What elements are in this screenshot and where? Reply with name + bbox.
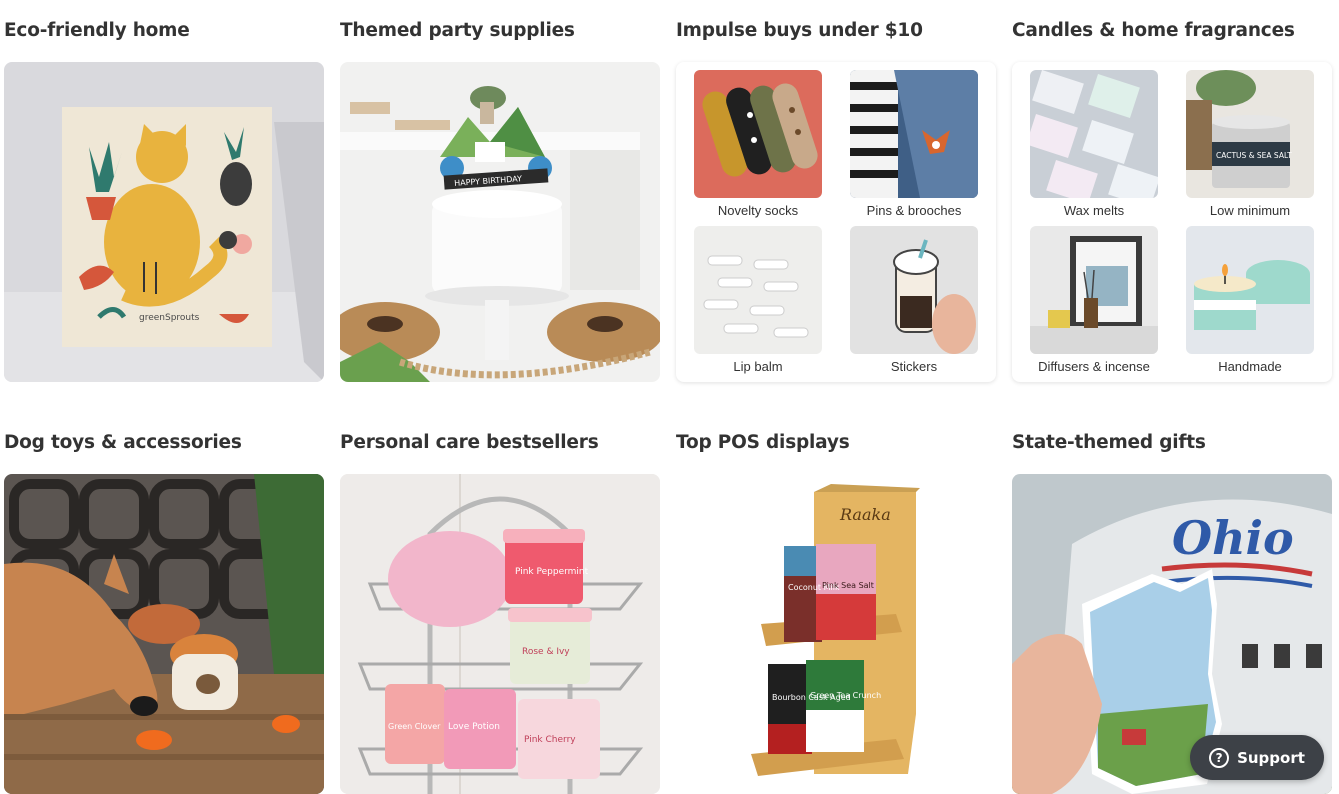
support-label: Support [1237, 748, 1305, 767]
jar-pink-cherry-text: Pink Cherry [524, 735, 576, 745]
section-title: Personal care bestsellers [340, 432, 599, 453]
diffusers-incense-label: Diffusers & incense [1038, 359, 1150, 374]
low-minimum-label: Low minimum [1209, 203, 1291, 218]
category-diffusers-incense[interactable]: Diffusers & incense [1030, 226, 1158, 374]
section-title: Eco-friendly home [4, 20, 190, 41]
section-title: Impulse buys under $10 [676, 20, 923, 41]
pins-brooches-image [850, 70, 978, 198]
section-title: Candles & home fragrances [1012, 20, 1295, 41]
section-title: Themed party supplies [340, 20, 575, 41]
lip-balm-label: Lip balm [733, 359, 783, 374]
lip-balm-image [694, 226, 822, 354]
dog-toys-image[interactable] [4, 474, 324, 794]
stickers-image [850, 226, 978, 354]
question-icon: ? [1209, 747, 1230, 768]
ohio-sign-text: Ohio [1172, 511, 1294, 565]
handmade-label: Handmade [1218, 359, 1282, 374]
low-minimum-image: CACTUS & SEA SALT [1186, 70, 1314, 198]
pos-displays-image[interactable]: Raaka Coconut Milk Pink Sea Salt Bourbon… [676, 474, 996, 794]
bar-greentea-text: Green Tea Crunch [810, 691, 881, 700]
wax-melts-image [1030, 70, 1158, 198]
jar-peppermint-text: Pink Peppermint [515, 567, 589, 577]
category-pins-brooches[interactable]: Pins & brooches [850, 70, 978, 218]
category-wax-melts[interactable]: Wax melts [1030, 70, 1158, 218]
category-novelty-socks[interactable]: Novelty socks [694, 70, 822, 218]
pins-brooches-label: Pins & brooches [866, 203, 962, 218]
eco-friendly-home-image[interactable]: greenSprouts [4, 62, 324, 382]
jar-love-potion-text: Love Potion [448, 722, 500, 732]
novelty-socks-label: Novelty socks [717, 203, 799, 218]
themed-party-supplies-image[interactable]: HAPPY BIRTHDAY [340, 62, 660, 382]
category-lip-balm[interactable]: Lip balm [694, 226, 822, 374]
novelty-socks-image [694, 70, 822, 198]
handmade-image [1186, 226, 1314, 354]
section-title: Dog toys & accessories [4, 432, 242, 453]
jar-green-clover-text: Green Clover [388, 722, 441, 731]
impulse-buys-card: Novelty socks Pins & brooches Lip balm S… [676, 62, 996, 382]
support-button[interactable]: ? Support [1190, 735, 1324, 780]
personal-care-image[interactable]: Pink Peppermint Rose & Ivy Love Potion P… [340, 474, 660, 794]
candles-card: Wax melts CACTUS & SEA SALT Low minimum [1012, 62, 1332, 382]
category-stickers[interactable]: Stickers [850, 226, 978, 374]
stickers-label: Stickers [890, 359, 938, 374]
jar-rose-ivy-text: Rose & Ivy [522, 647, 570, 657]
candle-label-text: CACTUS & SEA SALT [1216, 151, 1292, 160]
diffusers-incense-image [1030, 226, 1158, 354]
sponge-brand-text: greenSprouts [139, 313, 200, 323]
category-handmade[interactable]: Handmade [1186, 226, 1314, 374]
wax-melts-label: Wax melts [1063, 203, 1125, 218]
section-title: State-themed gifts [1012, 432, 1206, 453]
raaka-brand-text: Raaka [839, 505, 891, 524]
section-title: Top POS displays [676, 432, 850, 453]
category-low-minimum[interactable]: CACTUS & SEA SALT Low minimum [1186, 70, 1314, 218]
bar-seasalt-text: Pink Sea Salt [822, 581, 874, 590]
